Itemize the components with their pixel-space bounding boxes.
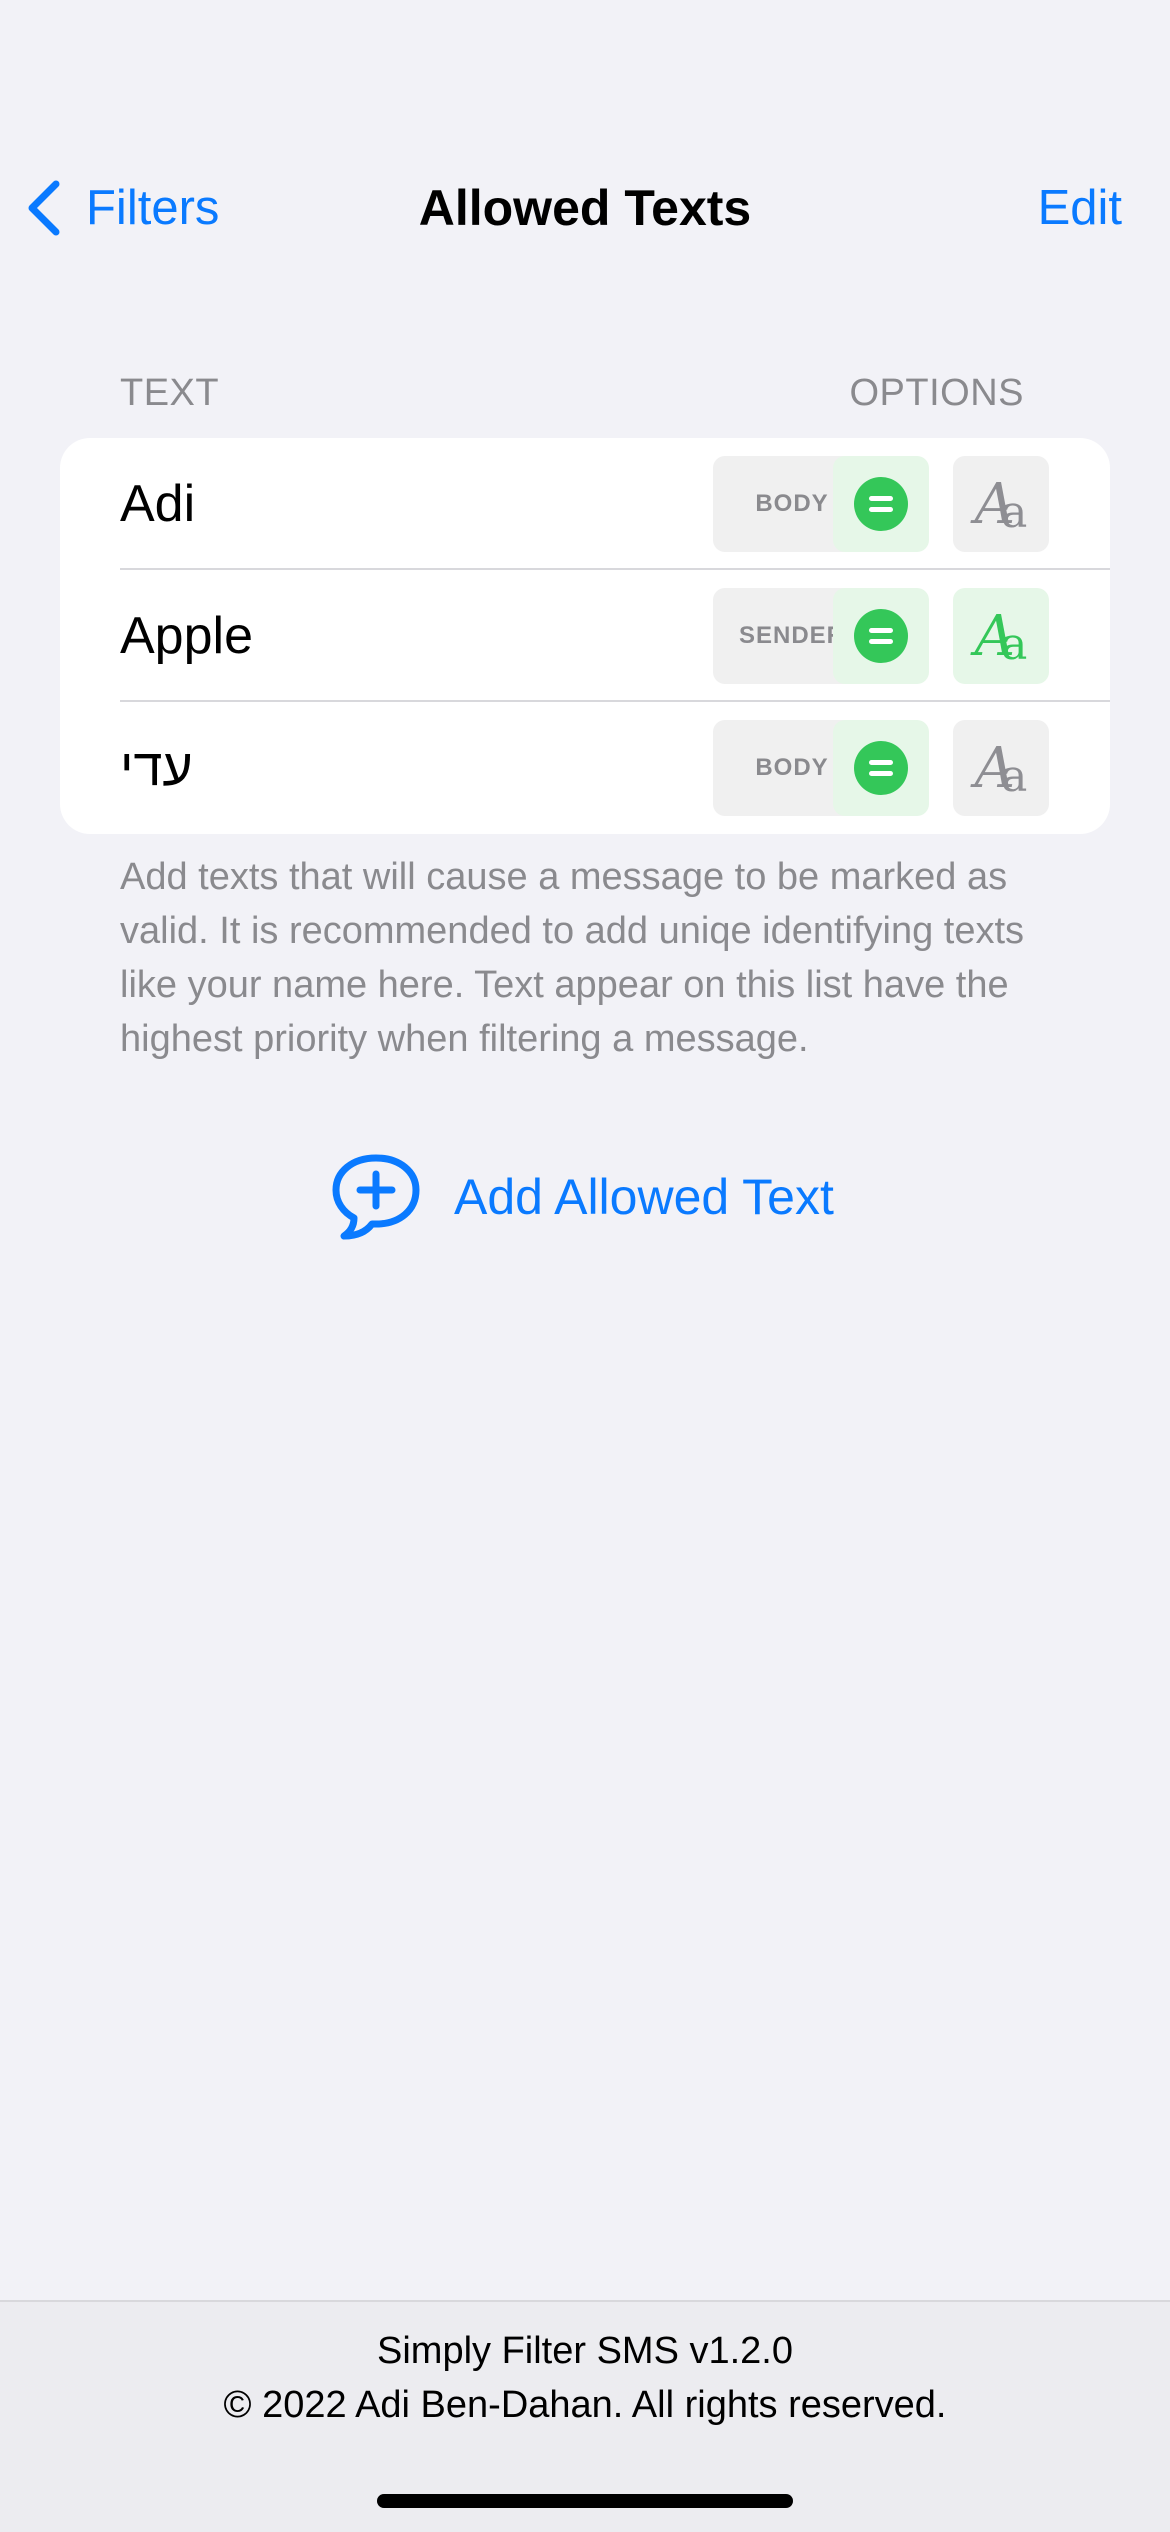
equals-icon [854,609,908,663]
allowed-texts-list: Adi BODY Aa Apple SENDER Aa עדי BODY A a [60,438,1110,834]
section-header: TEXT OPTIONS [120,372,1024,420]
screen: Filters Allowed Texts Edit TEXT OPTIONS … [0,0,1170,2532]
allowed-text-label: עדי [120,739,193,797]
allowed-text-label: Apple [120,607,253,665]
case-icon-lower: a [1001,486,1028,538]
add-button-label: Add Allowed Text [454,1169,834,1225]
back-button[interactable]: Filters [24,170,219,246]
equals-icon [854,741,908,795]
case-icon-lower: a [1001,750,1028,802]
options-column-header: OPTIONS [849,372,1024,414]
case-icon-lower: a [1001,618,1028,670]
app-version: Simply Filter SMS v1.2.0 [377,2330,793,2372]
list-item[interactable]: עדי BODY Aa [60,702,1110,834]
list-item[interactable]: Adi BODY Aa [60,438,1110,570]
back-button-label: Filters [86,181,220,235]
edit-button[interactable]: Edit [1038,170,1122,246]
case-sensitive-button[interactable]: Aa [953,456,1049,552]
add-allowed-text-button[interactable]: Add Allowed Text [330,1150,834,1244]
plus-bubble-icon [332,1154,420,1240]
footer: Simply Filter SMS v1.2.0 © 2022 Adi Ben-… [0,2300,1170,2532]
exact-match-button[interactable] [833,456,929,552]
case-sensitive-button[interactable]: Aa [953,588,1049,684]
equals-icon [854,477,908,531]
case-sensitive-button[interactable]: Aa [953,720,1049,816]
exact-match-button[interactable] [833,588,929,684]
section-footnote: Add texts that will cause a message to b… [120,856,1025,1060]
copyright-notice: © 2022 Adi Ben-Dahan. All rights reserve… [223,2384,947,2426]
allowed-text-label: Adi [120,475,196,533]
list-item[interactable]: Apple SENDER Aa [60,570,1110,702]
home-indicator[interactable] [377,2494,793,2508]
navigation-bar: Filters Allowed Texts Edit [0,170,1170,246]
exact-match-button[interactable] [833,720,929,816]
text-column-header: TEXT [120,372,220,414]
chevron-left-icon [28,180,60,236]
